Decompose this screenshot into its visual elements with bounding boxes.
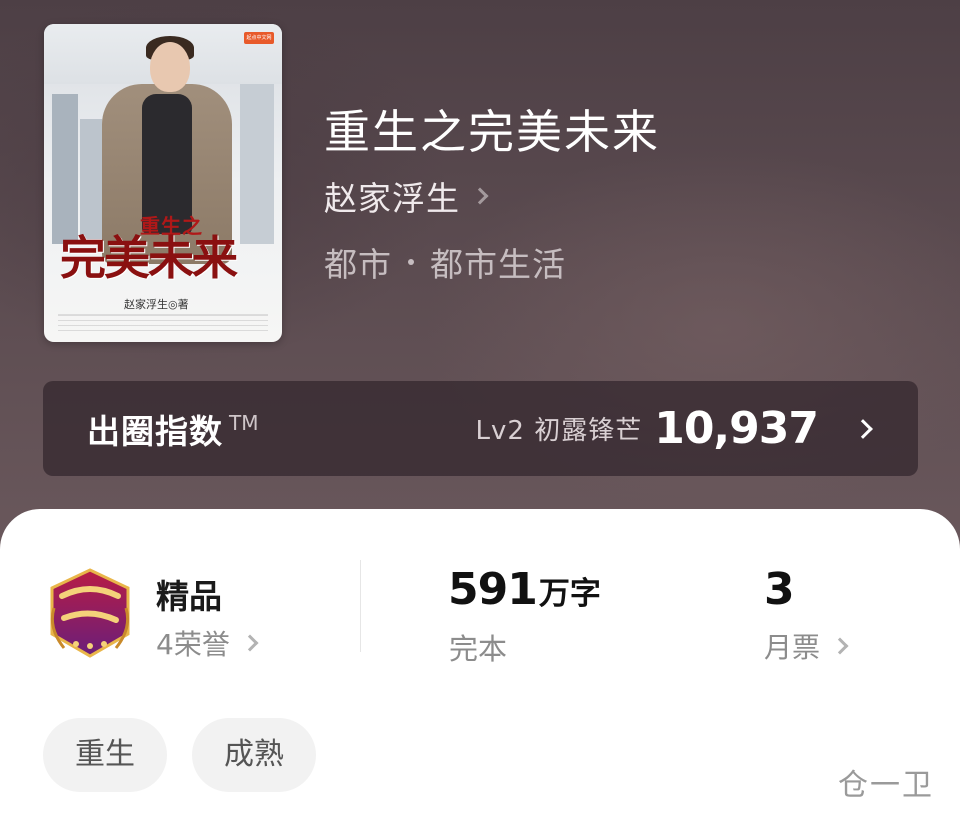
genre-sub[interactable]: 都市生活 (430, 238, 566, 286)
cover-figure-head (150, 42, 190, 92)
book-header: 起点中文网 重生之 完美未来 赵家浮生◎著 重生之完美未来 赵家浮生 都市 都市… (0, 0, 960, 560)
index-level: Lv2 初露锋芒 (475, 416, 643, 446)
monthly-votes-label: 月票 (764, 631, 821, 664)
genre-row: 都市 都市生活 (324, 238, 566, 286)
index-value: 10,937 (654, 403, 819, 454)
stats-divider (360, 560, 361, 652)
tag-chip[interactable]: 成熟 (192, 718, 316, 792)
watermark: 仓一卫 (838, 768, 934, 803)
cover-author: 赵家浮生◎著 (124, 298, 189, 311)
index-label: 出圈指数 (87, 411, 223, 451)
quality-title: 精品 (156, 577, 222, 616)
honors-count: 4荣誉 (156, 628, 230, 661)
premium-channel-badge-icon[interactable] (46, 568, 134, 662)
cover-publisher-logo: 起点中文网 (244, 32, 274, 44)
chevron-right-icon (853, 418, 873, 439)
index-summary: Lv2 初露锋芒 10,937 (475, 403, 873, 454)
author-name: 赵家浮生 (324, 179, 460, 218)
popularity-index-bar[interactable]: 出圈指数 TM Lv2 初露锋芒 10,937 (43, 381, 918, 476)
chevron-right-icon (471, 187, 489, 205)
word-count: 591 万字 (448, 564, 601, 615)
word-count-number: 591 (448, 564, 538, 615)
trademark-mark: TM (229, 411, 259, 435)
book-cover[interactable]: 起点中文网 重生之 完美未来 赵家浮生◎著 (44, 24, 282, 342)
cover-building (52, 94, 78, 244)
cover-title: 完美未来 (60, 231, 238, 285)
cover-building (240, 84, 274, 244)
word-count-unit: 万字 (538, 576, 601, 612)
chevron-right-icon (831, 637, 849, 655)
author-link[interactable]: 赵家浮生 (324, 172, 489, 220)
cover-blurb (58, 314, 268, 332)
completion-status: 完本 (449, 632, 508, 666)
monthly-votes-link[interactable]: 月票 (764, 626, 849, 666)
genre-main[interactable]: 都市 (324, 238, 392, 286)
monthly-votes-number: 3 (764, 564, 795, 615)
honors-link[interactable]: 4荣誉 (156, 623, 259, 663)
book-title: 重生之完美未来 (324, 105, 660, 159)
separator-dot (408, 259, 414, 265)
cover-building (80, 119, 102, 239)
tag-chip[interactable]: 重生 (43, 718, 167, 792)
chevron-right-icon (241, 634, 259, 652)
